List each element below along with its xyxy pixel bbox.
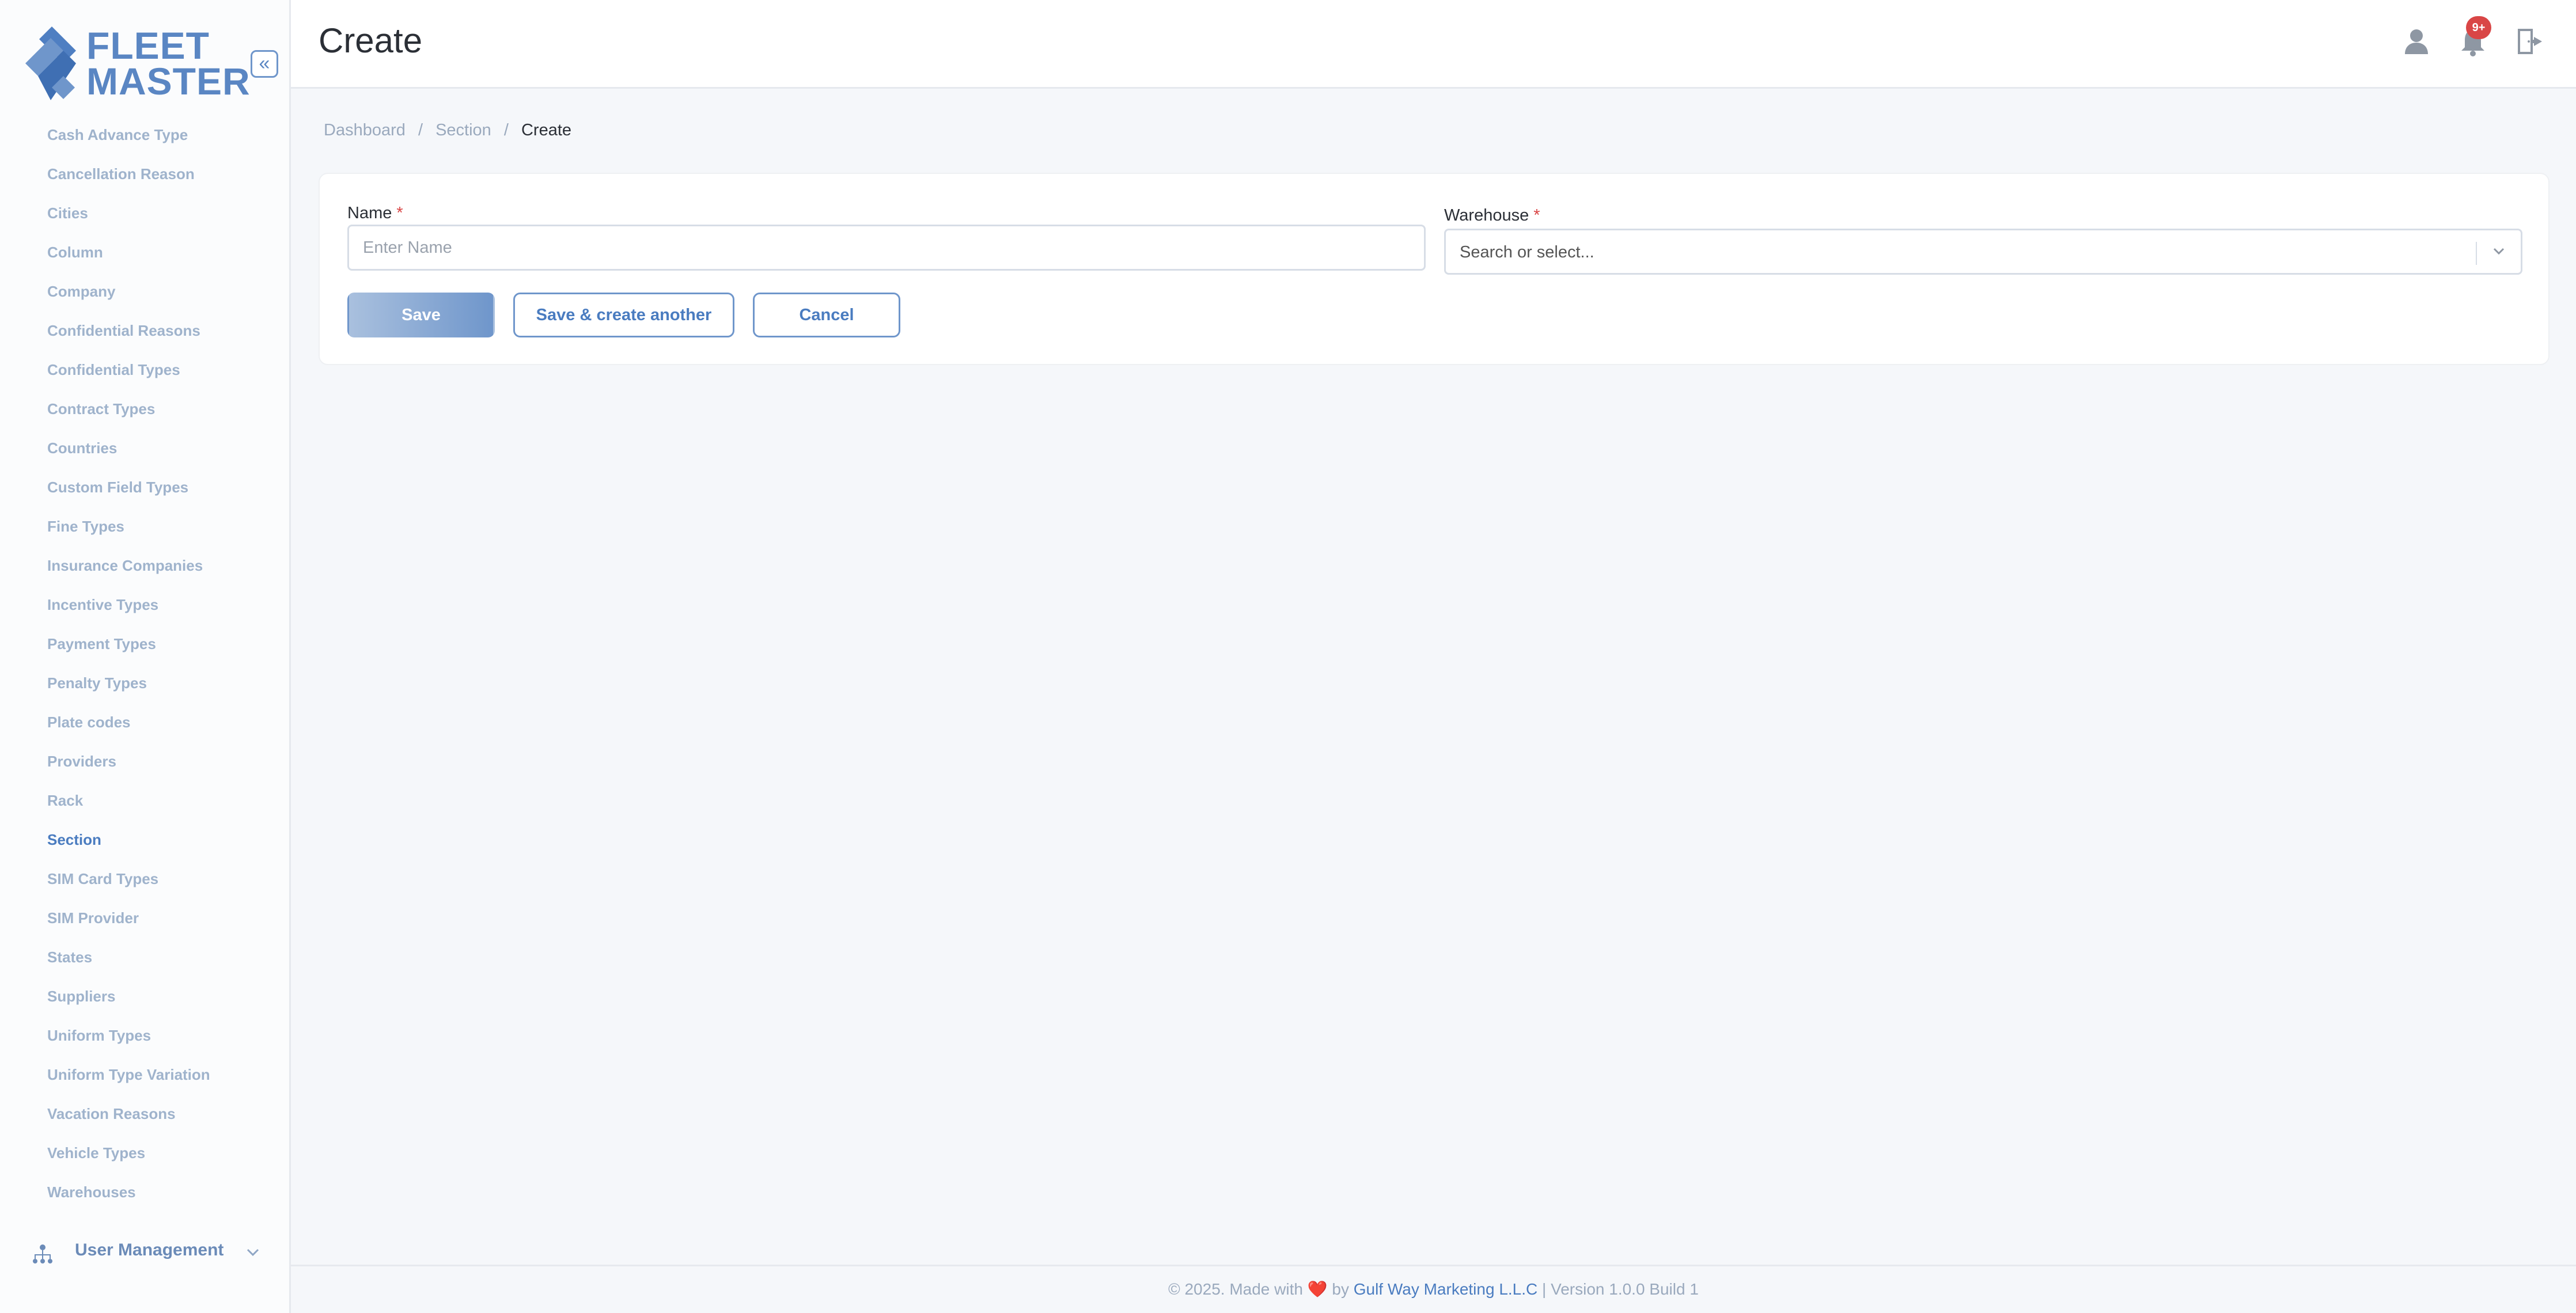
sidebar-item-insurance-companies[interactable]: Insurance Companies: [0, 546, 291, 585]
cancel-button[interactable]: Cancel: [753, 293, 900, 337]
user-management-label: User Management: [75, 1240, 224, 1259]
required-mark: *: [396, 204, 403, 222]
double-chevron-left-icon: «: [259, 52, 270, 74]
logout-icon[interactable]: [2513, 25, 2545, 58]
sidebar-item-plate-codes[interactable]: Plate codes: [0, 703, 291, 742]
sidebar-item-confidential-types[interactable]: Confidential Types: [0, 350, 291, 389]
create-section-form: Name * Warehouse * Search or select... S…: [319, 173, 2550, 365]
sidebar-item-providers[interactable]: Providers: [0, 742, 291, 781]
fleet-master-logo[interactable]: FLEET MASTER: [23, 23, 253, 104]
save-button[interactable]: Save: [347, 293, 495, 337]
heart-icon: ❤️: [1307, 1280, 1328, 1298]
sidebar-item-countries[interactable]: Countries: [0, 428, 291, 468]
sidebar-item-company[interactable]: Company: [0, 272, 291, 311]
sidebar-item-fine-types[interactable]: Fine Types: [0, 507, 291, 546]
breadcrumb-section[interactable]: Section: [435, 121, 491, 139]
chevron-down-icon: [244, 1244, 262, 1266]
sidebar-item-uniform-types[interactable]: Uniform Types: [0, 1016, 291, 1055]
sidebar-group-user-management[interactable]: User Management: [0, 1232, 291, 1273]
name-label: Name *: [347, 204, 403, 223]
sidebar-nav: Cash Advance Type Cancellation Reason Citi…: [0, 115, 291, 1212]
select-divider: [2476, 242, 2477, 265]
page-title: Create: [319, 21, 423, 60]
sidebar-item-section[interactable]: Section: [0, 820, 291, 859]
sidebar-item-warehouses[interactable]: Warehouses: [0, 1172, 291, 1212]
breadcrumb-separator: /: [418, 121, 423, 139]
user-icon[interactable]: [2400, 25, 2433, 58]
sidebar-item-penalty-types[interactable]: Penalty Types: [0, 663, 291, 703]
breadcrumb-current: Create: [521, 121, 572, 139]
sidebar-item-uniform-type-variation[interactable]: Uniform Type Variation: [0, 1055, 291, 1094]
warehouse-label: Warehouse *: [1444, 206, 1540, 225]
logo-line-1: FLEET: [86, 24, 210, 67]
sidebar-item-rack[interactable]: Rack: [0, 781, 291, 820]
sidebar-item-cancellation-reason[interactable]: Cancellation Reason: [0, 154, 291, 193]
breadcrumb: Dashboard / Section / Create: [324, 121, 579, 140]
sitemap-icon: [33, 1244, 52, 1263]
warehouse-select[interactable]: Search or select...: [1444, 229, 2522, 275]
warehouse-select-placeholder: Search or select...: [1460, 243, 1594, 261]
sidebar-item-column[interactable]: Column: [0, 233, 291, 272]
sidebar-item-custom-field-types[interactable]: Custom Field Types: [0, 468, 291, 507]
sidebar-item-incentive-types[interactable]: Incentive Types: [0, 585, 291, 624]
footer-company-link[interactable]: Gulf Way Marketing L.L.C: [1354, 1280, 1538, 1298]
logo-line-2: MASTER: [86, 60, 251, 103]
sidebar-item-payment-types[interactable]: Payment Types: [0, 624, 291, 663]
breadcrumb-separator: /: [503, 121, 509, 139]
sidebar-item-vacation-reasons[interactable]: Vacation Reasons: [0, 1094, 291, 1133]
sidebar-item-states[interactable]: States: [0, 938, 291, 977]
logo-text: FLEET MASTER: [86, 24, 251, 103]
sidebar-item-confidential-reasons[interactable]: Confidential Reasons: [0, 311, 291, 350]
notification-badge: 9+: [2466, 16, 2491, 39]
top-header: Create 9+: [291, 0, 2576, 89]
required-mark: *: [1533, 206, 1540, 225]
sidebar: FLEET MASTER « Cash Advance Type Cancella…: [0, 0, 291, 1313]
breadcrumb-dashboard[interactable]: Dashboard: [324, 121, 406, 139]
sidebar-item-suppliers[interactable]: Suppliers: [0, 977, 291, 1016]
sidebar-item-cities[interactable]: Cities: [0, 193, 291, 233]
warehouse-label-text: Warehouse: [1444, 206, 1529, 225]
name-label-text: Name: [347, 204, 392, 222]
sidebar-item-sim-provider[interactable]: SIM Provider: [0, 898, 291, 938]
save-and-create-another-button[interactable]: Save & create another: [513, 293, 734, 337]
logo-mark-icon: [25, 26, 76, 100]
name-input[interactable]: [347, 225, 1426, 271]
footer-by: by: [1332, 1280, 1349, 1298]
sidebar-item-vehicle-types[interactable]: Vehicle Types: [0, 1133, 291, 1172]
sidebar-item-sim-card-types[interactable]: SIM Card Types: [0, 859, 291, 898]
footer: © 2025. Made with ❤️ by Gulf Way Marketi…: [291, 1265, 2576, 1313]
sidebar-item-cash-advance-type[interactable]: Cash Advance Type: [0, 115, 291, 154]
sidebar-item-contract-types[interactable]: Contract Types: [0, 389, 291, 428]
footer-prefix: © 2025. Made with: [1168, 1280, 1303, 1298]
footer-version: | Version 1.0.0 Build 1: [1542, 1280, 1699, 1298]
collapse-sidebar-button[interactable]: «: [251, 50, 278, 78]
chevron-down-icon[interactable]: [2488, 241, 2509, 266]
